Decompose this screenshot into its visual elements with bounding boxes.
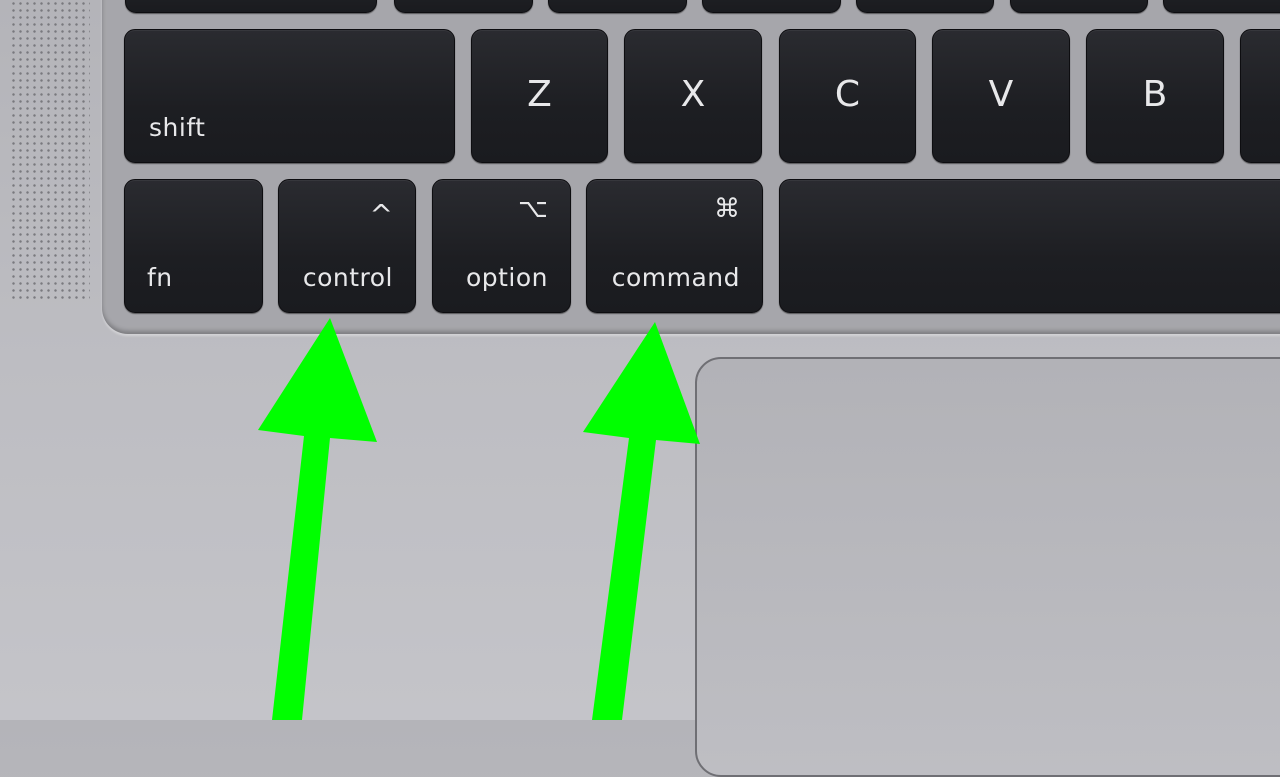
annotation-arrows [258, 318, 700, 720]
arrow-to-control [258, 318, 377, 720]
arrow-to-command [583, 322, 700, 720]
